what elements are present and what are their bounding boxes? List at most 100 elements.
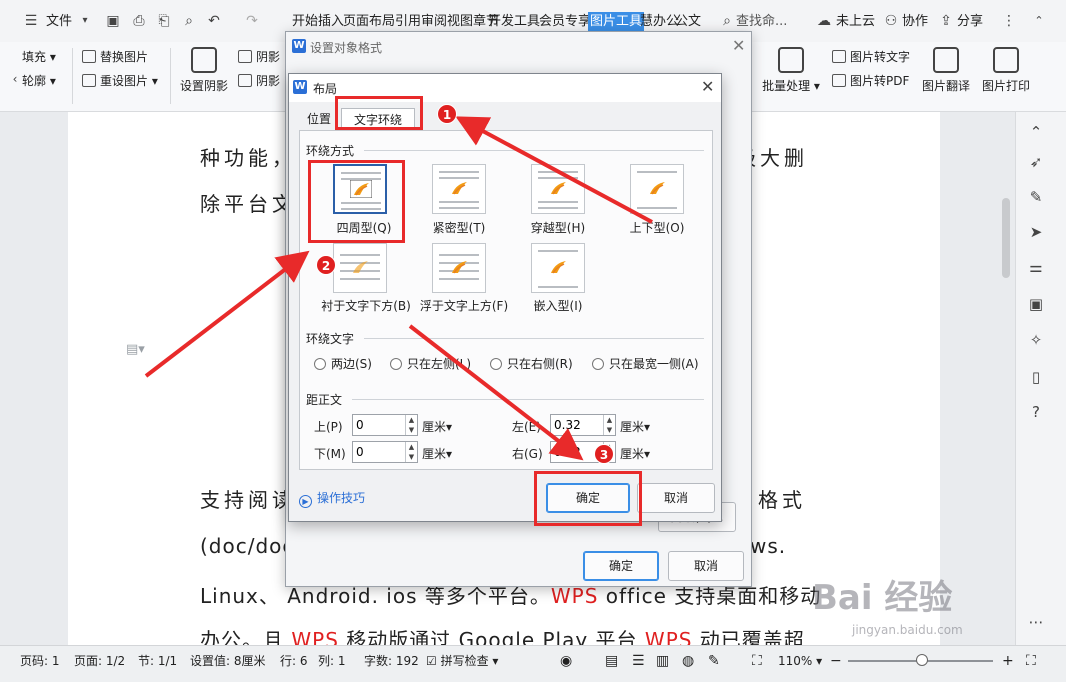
wrap-inline-option[interactable] [531, 243, 585, 293]
eye-icon[interactable]: ◉ [560, 652, 572, 670]
left-unit-select[interactable]: 厘米▾ [620, 418, 650, 435]
spellcheck-toggle[interactable]: ☑ 拼写检查 ▾ [426, 652, 498, 670]
tab-position[interactable]: 位置 [299, 108, 339, 130]
text-line [439, 207, 479, 209]
tab-developer[interactable]: 开发工具 [488, 12, 540, 32]
rocket-icon[interactable]: ➶ [1026, 152, 1046, 172]
wrap-largest-side-radio[interactable]: 只在最宽一侧(A) [592, 355, 699, 372]
wrap-top-bottom-option[interactable] [630, 164, 684, 214]
chevron-down-icon[interactable]: ▾ [76, 12, 94, 30]
page-view-icon[interactable]: ▤ [605, 652, 618, 670]
bottom-unit-select[interactable]: 厘米▾ [422, 445, 452, 462]
radio-dot [490, 358, 502, 370]
preview-icon[interactable]: ⌕ [180, 12, 198, 30]
batch-process-button[interactable]: 批量处理 ▾ [760, 47, 822, 94]
compass-icon[interactable]: ✧ [1026, 330, 1046, 350]
replace-image-button[interactable]: 替换图片 [82, 48, 148, 66]
format-ok-button[interactable]: 确定 [583, 551, 659, 581]
left-distance-spinner[interactable]: ▲ ▼ [550, 414, 616, 436]
outline-button[interactable]: 轮廓 ▾ [22, 72, 56, 90]
wrap-through-option[interactable] [531, 164, 585, 214]
spin-up-icon[interactable]: ▲ [405, 415, 417, 425]
write-mode-icon[interactable]: ✎ [708, 652, 720, 670]
more-dots-icon[interactable]: ⋯ [1026, 612, 1046, 632]
shadow-button-2[interactable]: 阴影 [238, 72, 280, 90]
fit-page-icon[interactable]: ⛶ [752, 652, 762, 670]
bottom-distance-input[interactable] [356, 444, 400, 460]
cursor-icon[interactable]: ➤ [1026, 222, 1046, 242]
cloud-status[interactable]: 未上云 [836, 12, 875, 32]
bottom-distance-spinner[interactable]: ▲ ▼ [352, 441, 418, 463]
search-command[interactable]: 查找命... [736, 12, 787, 32]
outline-view-icon[interactable]: ☰ [632, 652, 645, 670]
read-view-icon[interactable]: ▥ [656, 652, 669, 670]
tab-insert[interactable]: 插入 [318, 12, 344, 32]
left-distance-input[interactable] [554, 417, 598, 433]
top-distance-input[interactable] [356, 417, 400, 433]
undo-icon[interactable]: ↶ [205, 12, 223, 30]
right-distance-label: 右(G) [512, 447, 543, 461]
share-icon: ⇪ [940, 13, 952, 29]
share-button[interactable]: 分享 [957, 12, 983, 32]
tab-references[interactable]: 引用 [395, 12, 421, 32]
image-print-button[interactable]: 图片打印 [980, 47, 1032, 94]
reset-image-button[interactable]: 重设图片 ▾ [82, 72, 158, 90]
tab-member[interactable]: 会员专享 [539, 12, 591, 32]
spin-down-icon[interactable]: ▼ [405, 452, 417, 462]
layout-cancel-button[interactable]: 取消 [637, 483, 715, 513]
top-unit-select[interactable]: 厘米▾ [422, 418, 452, 435]
fill-button[interactable]: 填充 ▾ [22, 48, 56, 66]
pen-icon[interactable]: ✎ [1026, 187, 1046, 207]
image-to-text-button[interactable]: 图片转文字 [832, 48, 910, 66]
save-icon[interactable]: ▣ [104, 12, 122, 30]
redo-icon[interactable]: ↷ [243, 12, 261, 30]
fullscreen-icon[interactable]: ⛶ [1026, 652, 1036, 670]
tips-link[interactable]: ▶ 操作技巧 [299, 489, 365, 508]
help-icon[interactable]: ? [1026, 402, 1046, 422]
status-words[interactable]: 字数: 192 [364, 652, 419, 670]
sliders-icon[interactable]: ⚌ [1026, 257, 1046, 277]
export-icon[interactable]: ⎙ [130, 12, 148, 30]
hamburger-icon[interactable]: ☰ [22, 12, 40, 30]
file-menu[interactable]: 文件 [46, 12, 72, 32]
wrap-right-only-radio[interactable]: 只在右侧(R) [490, 355, 573, 372]
spin-down-icon[interactable]: ▼ [405, 425, 417, 435]
tab-smart-office[interactable]: 慧办公 [640, 12, 679, 32]
spin-down-icon[interactable]: ▼ [603, 425, 615, 435]
right-unit-select[interactable]: 厘米▾ [620, 445, 650, 462]
shadow-button-1[interactable]: 阴影 [238, 48, 280, 66]
wrap-behind-text-option[interactable] [333, 243, 387, 293]
tab-home[interactable]: 开始 [292, 12, 318, 32]
tab-page-layout[interactable]: 页面布局 [343, 12, 395, 32]
spin-up-icon[interactable]: ▲ [405, 442, 417, 452]
close-icon[interactable]: ✕ [701, 77, 714, 96]
reader-icon[interactable]: ▯ [1026, 367, 1046, 387]
paragraph-icon[interactable]: ▤▾ [126, 342, 145, 357]
distance-group-label: 距正文 [306, 391, 347, 408]
wrap-tight-option[interactable] [432, 164, 486, 214]
right-distance-input[interactable] [554, 444, 598, 460]
image-to-pdf-button[interactable]: 图片转PDF [832, 72, 909, 90]
tab-review[interactable]: 审阅 [421, 12, 447, 32]
top-distance-spinner[interactable]: ▲ ▼ [352, 414, 418, 436]
tab-picture-tools[interactable]: 图片工具 [588, 12, 645, 32]
collapse-ribbon-icon[interactable]: ⌃ [1030, 12, 1048, 30]
scroll-thumb[interactable] [1002, 198, 1010, 278]
close-icon[interactable]: ✕ [732, 36, 745, 55]
wrap-left-only-radio[interactable]: 只在左侧(L) [390, 355, 471, 372]
shadow-settings-button[interactable]: 设置阴影 [178, 47, 230, 94]
spin-up-icon[interactable]: ▲ [603, 415, 615, 425]
more-icon[interactable]: ⋮ [1000, 12, 1018, 30]
tab-view[interactable]: 视图 [447, 12, 473, 32]
image-settings-icon[interactable]: ▣ [1026, 294, 1046, 314]
wrap-both-sides-radio[interactable]: 两边(S) [314, 355, 372, 372]
vertical-scrollbar[interactable] [1000, 112, 1012, 645]
format-cancel-button[interactable]: 取消 [668, 551, 744, 581]
web-view-icon[interactable]: ◍ [682, 652, 694, 670]
tab-official-doc[interactable]: 公文 [675, 12, 701, 32]
collaborate-button[interactable]: 协作 [902, 12, 928, 32]
collapse-icon[interactable]: ⌃ [1026, 122, 1046, 142]
print-icon[interactable]: ⎗ [155, 12, 173, 30]
wrap-in-front-option[interactable] [432, 243, 486, 293]
image-translate-button[interactable]: 图片翻译 [920, 47, 972, 94]
